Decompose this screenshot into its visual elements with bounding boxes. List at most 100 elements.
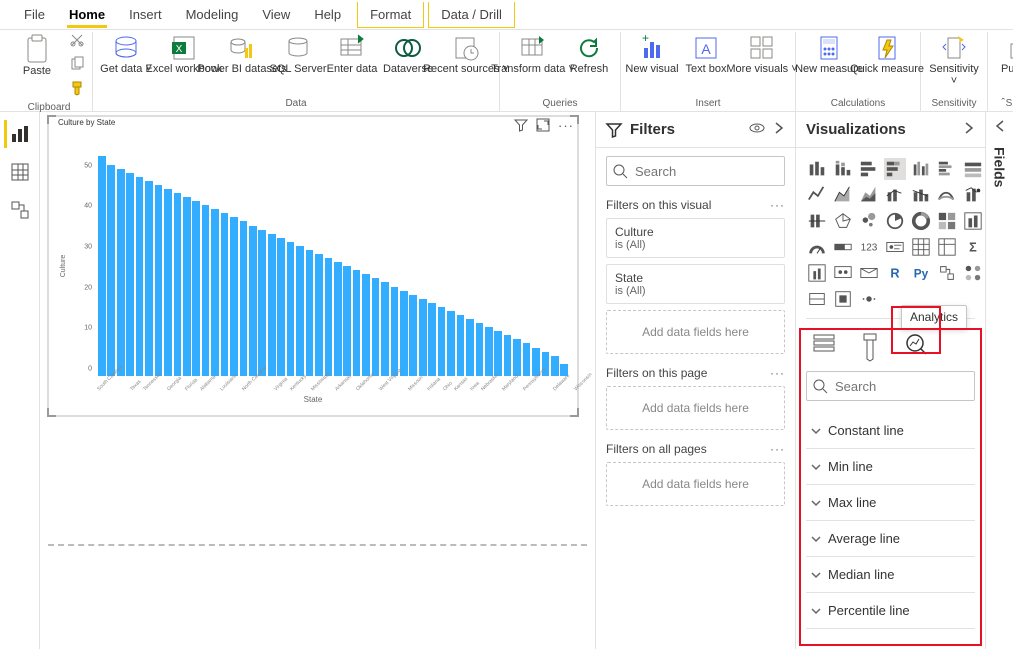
visual-type-tile[interactable] <box>832 262 854 284</box>
chart-bar[interactable] <box>174 193 182 376</box>
visual-type-tile[interactable] <box>858 262 880 284</box>
analytics-option[interactable]: Min line <box>806 449 975 485</box>
chart-bar[interactable] <box>287 242 295 376</box>
refresh-button[interactable]: Refresh <box>564 32 614 78</box>
analytics-option[interactable]: Max line <box>806 485 975 521</box>
visual-type-tile[interactable] <box>962 184 984 206</box>
analytics-search[interactable] <box>806 371 975 401</box>
chart-bar[interactable] <box>98 156 106 376</box>
publish-button[interactable]: Publish <box>994 32 1013 78</box>
visual-type-tile[interactable] <box>858 210 880 232</box>
chart-bar[interactable] <box>485 327 493 376</box>
chart-bar[interactable] <box>391 287 399 376</box>
visual-type-tile[interactable] <box>910 236 932 258</box>
chart-bar[interactable] <box>513 339 521 376</box>
tab-insert[interactable]: Insert <box>117 2 174 27</box>
cut-button[interactable] <box>66 32 88 54</box>
visual-type-tile[interactable] <box>910 184 932 206</box>
visual-type-tile[interactable]: R <box>884 262 906 284</box>
visual-type-tile[interactable] <box>832 184 854 206</box>
visual-type-tile[interactable] <box>858 288 880 310</box>
chart-bar[interactable] <box>277 238 285 376</box>
model-view-button[interactable] <box>6 196 34 224</box>
sql-server-button[interactable]: SQL Server <box>273 32 323 78</box>
chart-bar[interactable] <box>334 262 342 376</box>
filter-card[interactable]: Stateis (All) <box>606 264 785 304</box>
new-measure-button[interactable]: New measure <box>802 32 856 78</box>
chart-bar[interactable] <box>107 165 115 376</box>
visual-type-tile[interactable]: Σ <box>962 236 984 258</box>
visual-type-tile[interactable] <box>806 236 828 258</box>
enter-data-button[interactable]: Enter data <box>327 32 377 78</box>
report-canvas[interactable]: Culture by State ··· Culture 01020304050… <box>40 112 595 649</box>
chart-bar[interactable] <box>409 295 417 376</box>
visual-type-tile[interactable] <box>936 236 958 258</box>
visual-type-tile[interactable] <box>936 184 958 206</box>
chart-bar[interactable] <box>494 331 502 376</box>
chart-bar[interactable] <box>476 323 484 376</box>
tab-view[interactable]: View <box>250 2 302 27</box>
format-painter-button[interactable] <box>66 80 88 102</box>
chart-bar[interactable] <box>221 213 229 376</box>
text-box-button[interactable]: A Text box <box>681 32 731 78</box>
visual-type-tile[interactable] <box>910 210 932 232</box>
filters-all-dropzone[interactable]: Add data fields here <box>606 462 785 506</box>
chart-bar[interactable] <box>296 246 304 376</box>
filters-on-all-more[interactable]: ··· <box>770 442 785 456</box>
chart-bar[interactable] <box>155 185 163 376</box>
visual-type-tile[interactable] <box>832 210 854 232</box>
visual-type-tile[interactable] <box>832 288 854 310</box>
chart-bar[interactable] <box>230 217 238 376</box>
report-view-button[interactable] <box>4 120 32 148</box>
visual-type-tile[interactable] <box>936 262 958 284</box>
visual-type-tile[interactable] <box>884 236 906 258</box>
chart-bar[interactable] <box>523 343 531 376</box>
filters-collapse-icon[interactable] <box>773 121 785 138</box>
paste-button[interactable]: Paste <box>12 32 62 80</box>
chart-bar[interactable] <box>419 299 427 376</box>
chart-bar[interactable] <box>551 356 559 376</box>
copy-button[interactable] <box>66 56 88 78</box>
selected-visual[interactable]: Culture by State ··· Culture 01020304050… <box>48 116 578 416</box>
visual-type-tile[interactable]: 123 <box>858 236 880 258</box>
tab-format[interactable]: Format <box>357 2 424 28</box>
chart-bar[interactable] <box>466 319 474 376</box>
chart-bar[interactable] <box>258 230 266 376</box>
chart-bar[interactable] <box>240 221 248 376</box>
chart-bar[interactable] <box>343 266 351 376</box>
chart-bar[interactable] <box>126 173 134 376</box>
analytics-search-input[interactable] <box>833 378 985 395</box>
filters-search[interactable] <box>606 156 785 186</box>
chart-bar[interactable] <box>400 291 408 376</box>
chart-bar[interactable] <box>457 315 465 376</box>
filters-visual-dropzone[interactable]: Add data fields here <box>606 310 785 354</box>
transform-data-button[interactable]: Transform data ˅ <box>506 32 560 78</box>
tab-modeling[interactable]: Modeling <box>174 2 251 27</box>
chart-bar[interactable] <box>183 197 191 376</box>
visual-type-tile[interactable] <box>884 184 906 206</box>
pbi-datasets-button[interactable]: Power BI datasets <box>215 32 269 78</box>
visual-type-tile[interactable] <box>962 210 984 232</box>
analytics-option[interactable]: Percentile line <box>806 593 975 629</box>
visual-type-tile[interactable] <box>806 158 828 180</box>
chart-bar[interactable] <box>145 181 153 376</box>
filters-on-page-more[interactable]: ··· <box>770 366 785 380</box>
chart-bar[interactable] <box>202 205 210 376</box>
chart-bar[interactable] <box>164 189 172 376</box>
tab-home[interactable]: Home <box>57 2 117 27</box>
chart-bar[interactable] <box>362 274 370 376</box>
tab-help[interactable]: Help <box>302 2 353 27</box>
format-mode-button[interactable] <box>852 329 888 357</box>
chart-bar[interactable] <box>315 254 323 376</box>
visual-type-tile[interactable] <box>936 158 958 180</box>
tab-file[interactable]: File <box>12 2 57 27</box>
filter-card[interactable]: Cultureis (All) <box>606 218 785 258</box>
visual-type-tile[interactable] <box>962 158 984 180</box>
visual-type-tile[interactable] <box>832 158 854 180</box>
visual-type-tile[interactable] <box>832 236 854 258</box>
sensitivity-button[interactable]: Sensitivity˅ <box>927 32 981 89</box>
visual-type-tile[interactable]: Py <box>910 262 932 284</box>
filters-on-visual-more[interactable]: ··· <box>770 198 785 212</box>
visual-type-tile[interactable] <box>806 210 828 232</box>
visual-type-tile[interactable] <box>962 262 984 284</box>
